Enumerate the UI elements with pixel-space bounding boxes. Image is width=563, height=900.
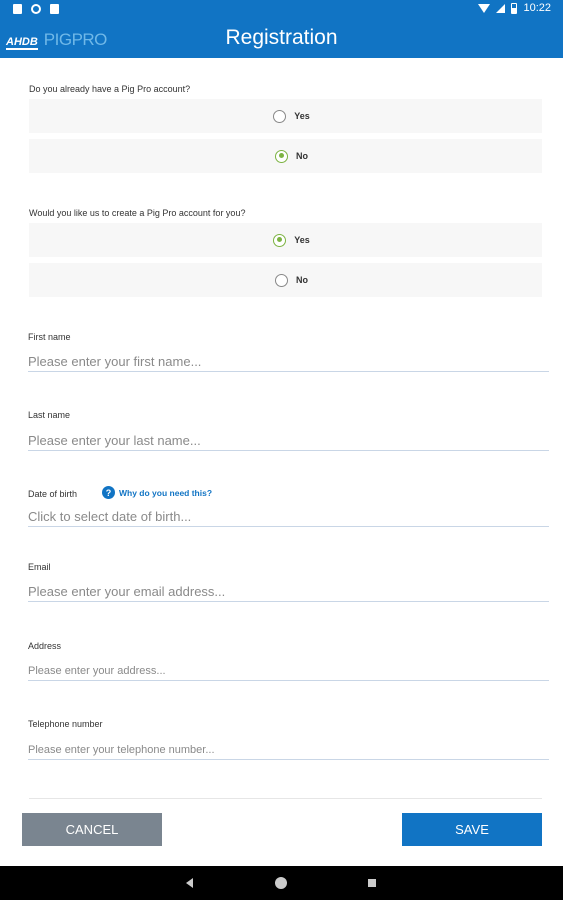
- dob-label: Date of birth: [28, 489, 78, 499]
- option-label: No: [296, 151, 308, 161]
- option-label: Yes: [294, 235, 310, 245]
- option-existing-yes[interactable]: Yes: [29, 99, 542, 133]
- option-label: Yes: [294, 111, 310, 121]
- radio-icon[interactable]: [275, 273, 288, 287]
- divider: [29, 798, 542, 799]
- last-name-label: Last name: [28, 410, 71, 420]
- radio-checked-icon[interactable]: [273, 233, 287, 247]
- email-label: Email: [28, 562, 51, 572]
- dob-input[interactable]: [28, 507, 549, 527]
- option-create-no[interactable]: No: [29, 263, 542, 297]
- first-name-label: First name: [28, 332, 71, 342]
- notification-icons: [13, 4, 59, 14]
- system-nav-bar: [0, 866, 563, 900]
- system-indicators: 10:22: [478, 2, 551, 14]
- first-name-input[interactable]: [28, 352, 549, 372]
- email-input[interactable]: [28, 582, 549, 602]
- signal-icon: [496, 3, 506, 13]
- save-button[interactable]: SAVE: [402, 813, 542, 846]
- status-bar: 10:22: [0, 0, 563, 18]
- back-icon[interactable]: [186, 878, 193, 888]
- cancel-button[interactable]: CANCEL: [22, 813, 162, 846]
- last-name-input[interactable]: [28, 431, 549, 451]
- home-icon[interactable]: [275, 877, 287, 889]
- recent-apps-icon[interactable]: [368, 879, 376, 887]
- address-input[interactable]: [28, 661, 549, 681]
- telephone-input[interactable]: [28, 740, 549, 760]
- sd-card-icon: [50, 4, 59, 14]
- clock: 10:22: [523, 2, 551, 14]
- help-text[interactable]: Why do you need this?: [119, 488, 212, 498]
- telephone-label: Telephone number: [28, 719, 103, 729]
- battery-icon: [511, 2, 518, 14]
- notification-icon: [13, 4, 22, 14]
- wifi-icon: [478, 3, 491, 13]
- radio-checked-icon[interactable]: [275, 149, 288, 163]
- option-create-yes[interactable]: Yes: [29, 223, 542, 257]
- question-existing-account: Do you already have a Pig Pro account?: [29, 84, 191, 94]
- help-icon[interactable]: ?: [102, 486, 115, 499]
- radio-icon[interactable]: [273, 109, 287, 123]
- page-title: Registration: [225, 26, 338, 49]
- why-need-this-link[interactable]: ? Why do you need this?: [102, 486, 212, 499]
- sync-icon: [31, 4, 41, 14]
- option-label: No: [296, 275, 308, 285]
- option-existing-no[interactable]: No: [29, 139, 542, 173]
- app-bar: AHDB PIGPRO Registration: [0, 18, 563, 58]
- address-label: Address: [28, 641, 62, 651]
- question-create-account: Would you like us to create a Pig Pro ac…: [29, 208, 246, 218]
